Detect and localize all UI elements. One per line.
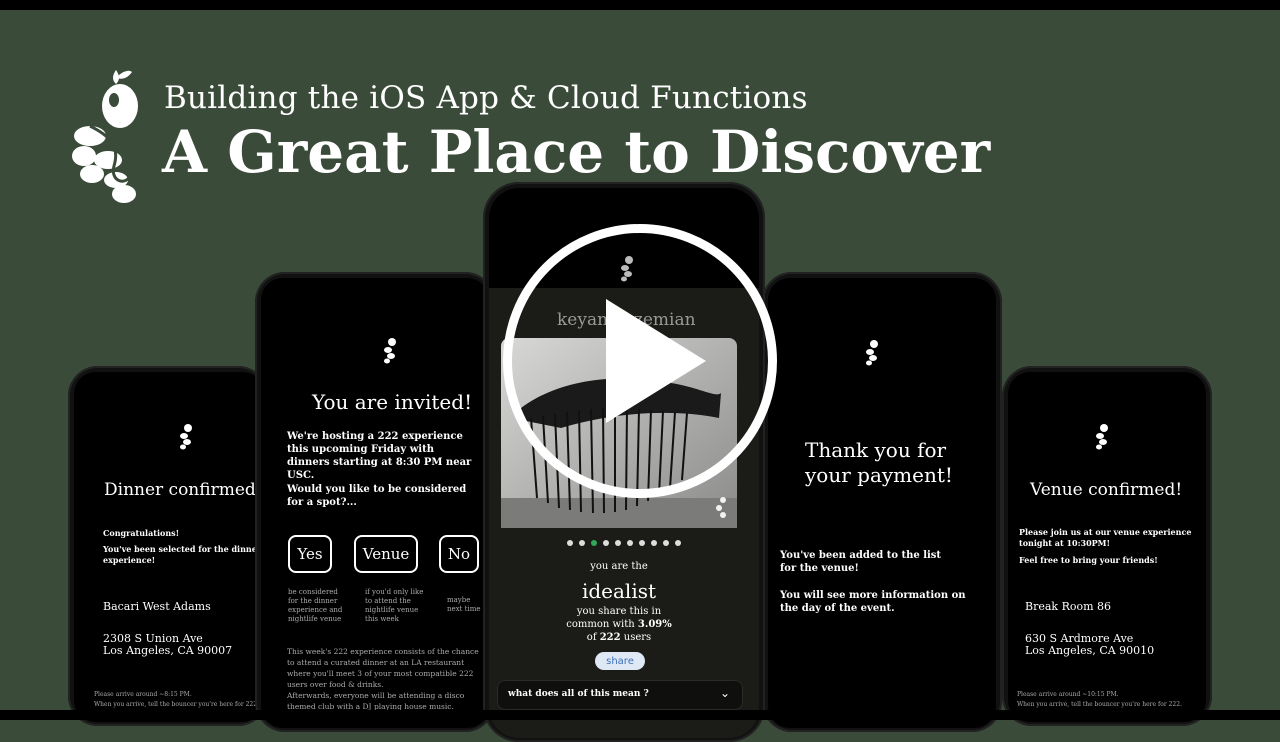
venue-caption: if you'd only like to attend the nightli… bbox=[365, 588, 424, 623]
invite-question: Would you like to be considered for a sp… bbox=[287, 484, 467, 508]
pagination-dots bbox=[489, 540, 759, 548]
faq-label: what does all of this mean ? bbox=[508, 689, 649, 699]
heading: Venue confirmed! bbox=[1030, 480, 1183, 500]
no-button[interactable]: No bbox=[439, 535, 479, 573]
body1: Please join us at our venue experience t… bbox=[1019, 527, 1192, 548]
pagination-dot[interactable] bbox=[579, 540, 585, 546]
share-line3: of 222 users bbox=[489, 632, 749, 643]
app-logo-icon bbox=[180, 424, 192, 450]
you-are-the: you are the bbox=[590, 561, 648, 572]
share-line2-prefix: common with bbox=[566, 619, 635, 630]
share-line3-prefix: of bbox=[586, 632, 597, 643]
phone-invitation: You are invited! We're hosting a 222 exp… bbox=[255, 272, 495, 732]
pagination-dot[interactable] bbox=[675, 540, 681, 546]
app-logo-icon bbox=[866, 340, 878, 366]
header-subtitle: Building the iOS App & Cloud Functions bbox=[164, 80, 808, 116]
footer-line2: When you arrive, tell the bouncer you're… bbox=[1017, 701, 1182, 708]
play-icon bbox=[606, 299, 706, 423]
heading-line2: your payment! bbox=[805, 463, 953, 487]
share-percent: 3.09% bbox=[637, 619, 672, 630]
phone-payment: Thank you for your payment! You've been … bbox=[762, 272, 1002, 732]
pagination-dot[interactable] bbox=[603, 540, 609, 546]
invite-footer2: Afterwards, everyone will be attending a… bbox=[287, 691, 465, 711]
phone-dinner-confirmed: Dinner confirmed! Congratulations! You'v… bbox=[68, 366, 268, 726]
selected-text: You've been selected for the dinner expe… bbox=[103, 544, 262, 565]
pagination-dot[interactable] bbox=[651, 540, 657, 546]
invite-body: We're hosting a 222 experience this upco… bbox=[287, 431, 472, 481]
share-line1: you share this in bbox=[576, 606, 662, 617]
footer-line1: Please arrive around ~10:15 PM. bbox=[1017, 691, 1119, 698]
play-button[interactable] bbox=[503, 224, 777, 498]
footer-line1: Please arrive around ~8:15 PM. bbox=[94, 691, 192, 698]
venue-name: Bacari West Adams bbox=[103, 600, 211, 613]
payment-body2: You will see more information on the day… bbox=[780, 590, 966, 614]
footer-line2: When you arrive, tell the bouncer you're… bbox=[94, 701, 259, 708]
faq-row[interactable]: what does all of this mean ? ⌄ bbox=[497, 680, 743, 710]
pagination-dot[interactable] bbox=[615, 540, 621, 546]
address-line2: Los Angeles, CA 90010 bbox=[1025, 644, 1155, 657]
venue-button[interactable]: Venue bbox=[354, 535, 418, 573]
app-logo-icon bbox=[1096, 424, 1108, 450]
pagination-dot[interactable] bbox=[567, 540, 573, 546]
heading: Dinner confirmed! bbox=[104, 480, 263, 500]
brand-logo-icon bbox=[72, 70, 138, 203]
congrats-text: Congratulations! bbox=[103, 528, 180, 538]
heading: You are invited! bbox=[312, 390, 473, 414]
header-title: A Great Place to Discover bbox=[162, 118, 991, 186]
phone-venue-confirmed: Venue confirmed! Please join us at our v… bbox=[1002, 366, 1212, 726]
share-button[interactable]: share bbox=[595, 652, 645, 670]
pagination-dot[interactable] bbox=[663, 540, 669, 546]
pagination-dot[interactable] bbox=[591, 540, 597, 546]
yes-caption: be considered for the dinner experience … bbox=[288, 588, 343, 623]
venue-name: Break Room 86 bbox=[1025, 600, 1112, 613]
invite-footer: This week's 222 experience consists of t… bbox=[287, 647, 479, 689]
letterbox-top bbox=[0, 0, 1280, 10]
yes-button[interactable]: Yes bbox=[288, 535, 332, 573]
body2: Feel free to bring your friends! bbox=[1019, 555, 1158, 565]
share-line2: common with 3.09% bbox=[489, 619, 749, 630]
heading-line1: Thank you for bbox=[805, 438, 947, 462]
letterbox-bottom bbox=[0, 710, 1280, 720]
no-caption: maybe next time bbox=[447, 596, 481, 613]
app-logo-icon bbox=[384, 338, 396, 364]
share-line3-suffix: users bbox=[623, 632, 652, 643]
archetype: idealist bbox=[581, 579, 657, 603]
chevron-down-icon: ⌄ bbox=[719, 686, 730, 700]
pagination-dot[interactable] bbox=[639, 540, 645, 546]
address-line2: Los Angeles, CA 90007 bbox=[103, 644, 233, 657]
pagination-dot[interactable] bbox=[627, 540, 633, 546]
user-count: 222 bbox=[599, 632, 621, 643]
payment-body1: You've been added to the list for the ve… bbox=[780, 550, 942, 574]
